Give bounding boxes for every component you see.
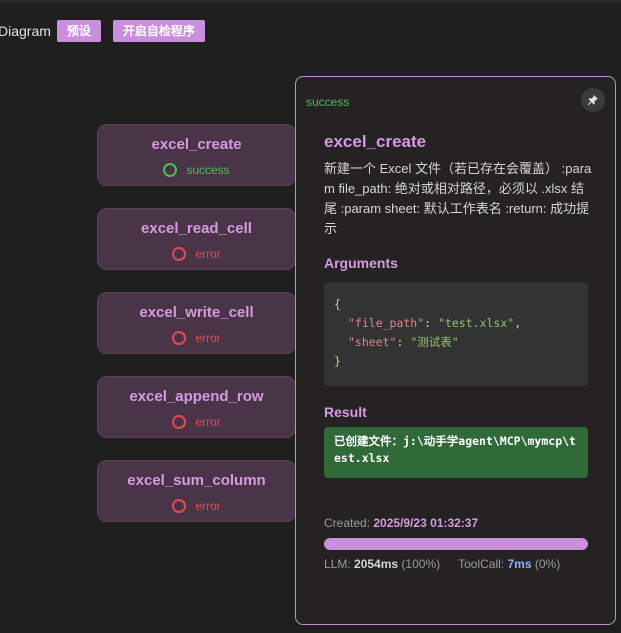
json-key: "sheet": [348, 335, 397, 349]
node-status: error: [98, 331, 295, 345]
diagram-label: Diagram: [0, 23, 51, 39]
node-status: error: [98, 415, 295, 429]
toolcall-timing: ToolCall: 7ms (0%): [458, 557, 560, 571]
panel-status: success: [306, 95, 350, 109]
node-title: excel_create: [151, 136, 242, 153]
node-title: excel_read_cell: [141, 220, 252, 237]
error-ring-icon: [172, 247, 187, 261]
error-ring-icon: [172, 415, 187, 429]
node-detail-panel: success excel_create 新建一个 Excel 文件（若已存在会…: [295, 76, 616, 625]
panel-title: excel_create: [324, 132, 427, 151]
toolbar: Diagram 预设 开启自检程序: [0, 19, 217, 43]
created-timestamp: Created: 2025/9/23 01:32:37: [324, 516, 478, 530]
json-brace: }: [334, 354, 341, 368]
node-excel-sum-column[interactable]: excel_sum_column error: [97, 460, 296, 522]
error-ring-icon: [172, 499, 187, 513]
node-status-text: error: [195, 499, 221, 513]
node-status-text: error: [195, 415, 221, 429]
json-value: "测试表": [410, 335, 459, 349]
arguments-code-block: { "file_path": "test.xlsx", "sheet": "测试…: [324, 282, 588, 386]
llm-pct: (100%): [401, 557, 441, 571]
toolcall-label: ToolCall:: [458, 557, 505, 571]
node-status-text: error: [195, 331, 221, 345]
node-excel-append-row[interactable]: excel_append_row error: [97, 376, 296, 438]
pin-button[interactable]: [581, 88, 605, 112]
toolcall-ms: 7ms: [507, 557, 532, 571]
node-title: excel_append_row: [129, 388, 264, 405]
node-status-text: success: [186, 163, 230, 177]
node-title: excel_sum_column: [127, 472, 266, 489]
llm-ms: 2054ms: [354, 557, 399, 571]
node-excel-write-cell[interactable]: excel_write_cell error: [97, 292, 296, 354]
node-excel-read-cell[interactable]: excel_read_cell error: [97, 208, 296, 270]
progress-fill: [324, 538, 588, 550]
success-ring-icon: [163, 163, 178, 177]
toolcall-pct: (0%): [534, 557, 561, 571]
preset-button[interactable]: 预设: [56, 20, 101, 42]
llm-timing: LLM: 2054ms (100%): [324, 557, 440, 571]
node-title: excel_write_cell: [139, 304, 254, 321]
json-value: "test.xlsx": [438, 316, 515, 330]
error-ring-icon: [172, 331, 187, 345]
node-excel-create[interactable]: excel_create success: [97, 124, 296, 186]
pin-icon: [587, 95, 598, 106]
created-label: Created:: [324, 516, 371, 530]
node-status: error: [98, 499, 295, 513]
node-status: error: [98, 247, 295, 261]
result-output: 已创建文件：j:\动手学agent\MCP\mymcp\test.xlsx: [324, 427, 588, 478]
result-heading: Result: [324, 404, 367, 420]
timing-progress-bar: [324, 538, 588, 550]
top-divider: [0, 0, 621, 2]
panel-description: 新建一个 Excel 文件（若已存在会覆盖） :param file_path:…: [324, 161, 592, 236]
arguments-heading: Arguments: [324, 255, 398, 271]
llm-label: LLM:: [324, 557, 351, 571]
json-brace: {: [334, 297, 341, 311]
node-status-text: error: [195, 247, 221, 261]
start-selfcheck-button[interactable]: 开启自检程序: [112, 20, 205, 42]
node-status: success: [98, 163, 295, 177]
json-key: "file_path": [348, 316, 425, 330]
created-value: 2025/9/23 01:32:37: [373, 516, 479, 530]
timing-breakdown: LLM: 2054ms (100%) ToolCall: 7ms (0%): [324, 557, 560, 571]
